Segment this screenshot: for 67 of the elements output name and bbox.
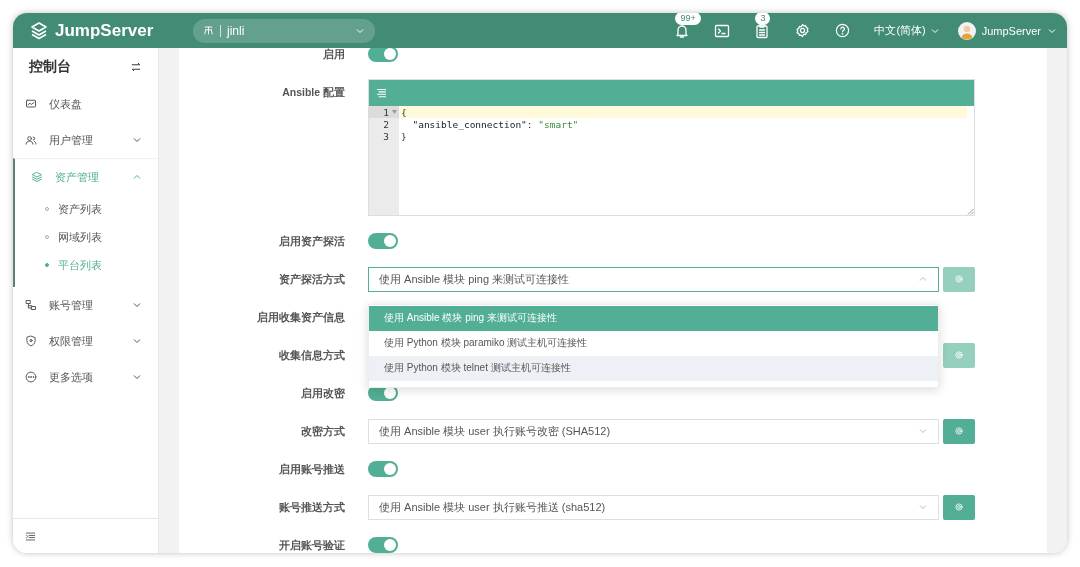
resize-handle-icon[interactable] — [967, 208, 974, 215]
sidebar-item[interactable]: 账号管理 — [13, 287, 158, 323]
gear-icon — [954, 502, 964, 512]
toggle-switch[interactable] — [368, 48, 398, 62]
sidebar-item[interactable]: 仪表盘 — [13, 86, 158, 122]
select-field[interactable]: 使用 Ansible 模块 user 执行账号推送 (sha512) — [368, 494, 939, 520]
users-icon — [25, 134, 37, 146]
dropdown-option[interactable]: 使用 Python 模块 paramiko 测试主机可连接性 — [369, 330, 938, 356]
field-label: 启用账号推送 — [278, 462, 346, 477]
format-icon — [375, 86, 388, 100]
field-label: 启用改密 — [300, 386, 346, 401]
code-editor[interactable]: 1 2 3 { "ansible_connection": "smart" } — [368, 79, 975, 216]
shield-icon — [25, 335, 37, 347]
line-number: 3 — [383, 130, 389, 142]
field-label: 账号推送方式 — [278, 500, 346, 515]
toggle-switch[interactable] — [368, 233, 398, 249]
field-label: Ansible 配置 — [281, 85, 346, 100]
field-label: 开启账号验证 — [278, 538, 346, 553]
fold-icon[interactable] — [392, 110, 397, 114]
toolbar-button[interactable]: 3 — [742, 13, 783, 39]
more-icon — [25, 371, 37, 383]
dropdown-option[interactable]: 使用 Python 模块 telnet 测试主机可连接性 — [369, 355, 938, 381]
collapse-icon — [25, 530, 36, 542]
code-line: } — [401, 130, 407, 142]
sidebar-title: 控制台 — [29, 58, 71, 76]
terminal-icon — [714, 22, 731, 39]
settings-button[interactable] — [943, 418, 975, 444]
user-menu[interactable]: JumpServer — [957, 21, 1057, 40]
submenu-item[interactable]: 网域列表 — [15, 223, 158, 251]
logo-icon — [29, 20, 49, 41]
swap-icon — [130, 61, 142, 73]
count-badge: 99+ — [675, 13, 701, 25]
help-icon — [834, 23, 850, 38]
toggle-switch[interactable] — [368, 461, 398, 477]
toggle-switch[interactable] — [368, 537, 398, 553]
sidebar-item[interactable]: 权限管理 — [13, 323, 158, 359]
line-number: 2 — [383, 118, 389, 130]
field-label: 启用收集资产信息 — [256, 310, 346, 325]
field-label: 资产探活方式 — [278, 272, 346, 287]
line-number: 1 — [383, 106, 389, 118]
field-label: 收集信息方式 — [278, 348, 346, 363]
settings-button[interactable] — [943, 494, 975, 520]
code-line: "ansible_connection": "smart" — [411, 118, 579, 130]
gear-icon — [954, 426, 964, 436]
monitor-icon — [25, 98, 37, 110]
settings-icon — [794, 23, 810, 38]
logo-text: JumpServer — [55, 20, 154, 41]
gear-icon — [954, 274, 964, 284]
layers-icon — [31, 171, 43, 183]
bell-icon — [674, 22, 691, 39]
field-label: 改密方式 — [300, 424, 346, 439]
select-field[interactable]: 使用 Ansible 模块 user 执行账号改密 (SHA512) — [368, 418, 939, 444]
count-badge: 3 — [755, 13, 771, 25]
field-label: 启用资产探活 — [278, 234, 346, 249]
clipboard-icon — [754, 22, 771, 39]
sitemap-icon — [203, 25, 214, 36]
sidebar-item[interactable]: 更多选项 — [13, 359, 158, 395]
code-line: { — [401, 106, 407, 118]
field-label: 启用 — [322, 48, 346, 62]
gear-icon — [954, 350, 964, 360]
avatar-icon — [957, 21, 976, 40]
sidebar-item[interactable]: 用户管理 — [13, 122, 158, 158]
submenu-item[interactable]: 资产列表 — [15, 195, 158, 223]
language-selector[interactable]: 中文(简体) — [874, 23, 940, 38]
select-field[interactable]: 使用 Ansible 模块 ping 来测试可连接性 — [368, 266, 939, 292]
org-chart-icon — [25, 299, 37, 311]
toolbar-button[interactable]: 99+ — [662, 13, 703, 39]
